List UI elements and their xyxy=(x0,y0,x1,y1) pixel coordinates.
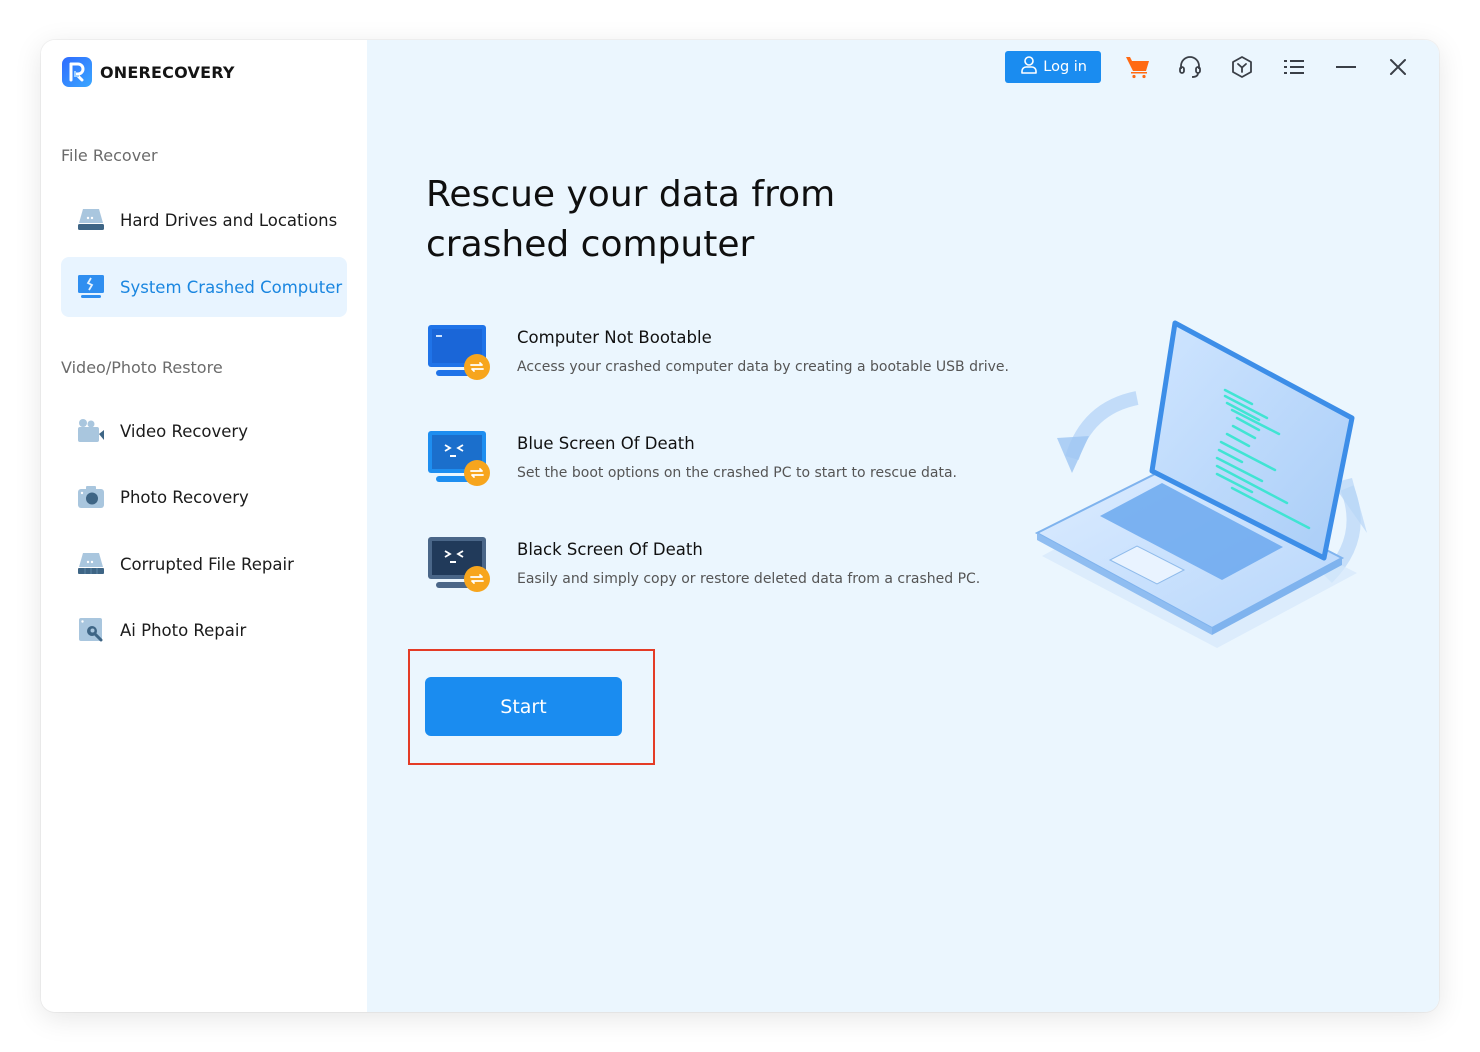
feature-description: Set the boot options on the crashed PC t… xyxy=(517,465,958,481)
brand: ONERECOVERY xyxy=(62,57,235,87)
sidebar-item-corrupted-file-repair[interactable]: Corrupted File Repair xyxy=(61,534,347,594)
page-title: Rescue your data from crashed computer xyxy=(426,174,836,265)
photo-repair-icon xyxy=(76,615,106,645)
feature-title: Blue Screen Of Death xyxy=(517,434,695,453)
app-name: ONERECOVERY xyxy=(100,62,235,82)
login-label: Log in xyxy=(1043,59,1087,75)
sidebar-item-system-crashed-computer[interactable]: System Crashed Computer xyxy=(61,257,347,317)
menu-icon[interactable] xyxy=(1279,52,1309,82)
section-label-video-photo-restore: Video/Photo Restore xyxy=(61,358,223,377)
drive-repair-icon xyxy=(76,549,106,579)
title-bar: Log in xyxy=(1005,51,1413,83)
app-window: ONERECOVERY File Recover Hard Drives and… xyxy=(41,40,1439,1012)
feature-title: Black Screen Of Death xyxy=(517,540,703,559)
sidebar-item-label: Corrupted File Repair xyxy=(120,554,294,574)
feature-description: Access your crashed computer data by cre… xyxy=(517,359,1009,375)
hard-drive-icon xyxy=(76,205,106,235)
minimize-icon[interactable] xyxy=(1331,52,1361,82)
cube-icon[interactable] xyxy=(1227,52,1257,82)
sidebar-item-video-recovery[interactable]: Video Recovery xyxy=(61,401,347,461)
laptop-illustration xyxy=(1027,308,1387,658)
headset-icon[interactable] xyxy=(1175,52,1205,82)
sidebar-item-label: Hard Drives and Locations xyxy=(120,210,338,230)
monitor-black-screen-icon xyxy=(426,535,492,597)
feature-black-screen-of-death: Black Screen Of Death Easily and simply … xyxy=(426,535,980,597)
camera-icon xyxy=(76,482,106,512)
sidebar-item-ai-photo-repair[interactable]: Ai Photo Repair xyxy=(61,600,347,660)
close-icon[interactable] xyxy=(1383,52,1413,82)
feature-title: Computer Not Bootable xyxy=(517,328,712,347)
feature-description: Easily and simply copy or restore delete… xyxy=(517,571,981,587)
sidebar-item-label: Photo Recovery xyxy=(120,487,249,507)
crashed-monitor-icon xyxy=(76,272,106,302)
main-panel: Log in Rescue your data from crashed com… xyxy=(367,40,1439,1012)
monitor-not-bootable-icon xyxy=(426,323,492,385)
section-label-file-recover: File Recover xyxy=(61,146,158,165)
feature-computer-not-bootable: Computer Not Bootable Access your crashe… xyxy=(426,323,1009,385)
sidebar-item-photo-recovery[interactable]: Photo Recovery xyxy=(61,467,347,527)
sidebar-item-hard-drives[interactable]: Hard Drives and Locations xyxy=(61,190,347,250)
cart-icon[interactable] xyxy=(1123,52,1153,82)
app-logo-icon xyxy=(62,57,92,87)
start-button[interactable]: Start xyxy=(425,677,622,736)
login-button[interactable]: Log in xyxy=(1005,51,1101,83)
video-camera-icon xyxy=(76,416,106,446)
user-icon xyxy=(1021,56,1038,78)
feature-blue-screen-of-death: Blue Screen Of Death Set the boot option… xyxy=(426,429,957,491)
monitor-blue-screen-icon xyxy=(426,429,492,491)
sidebar-item-label: Ai Photo Repair xyxy=(120,620,247,640)
sidebar-item-label: System Crashed Computer xyxy=(120,277,343,297)
sidebar: ONERECOVERY File Recover Hard Drives and… xyxy=(41,40,367,1012)
sidebar-item-label: Video Recovery xyxy=(120,421,248,441)
